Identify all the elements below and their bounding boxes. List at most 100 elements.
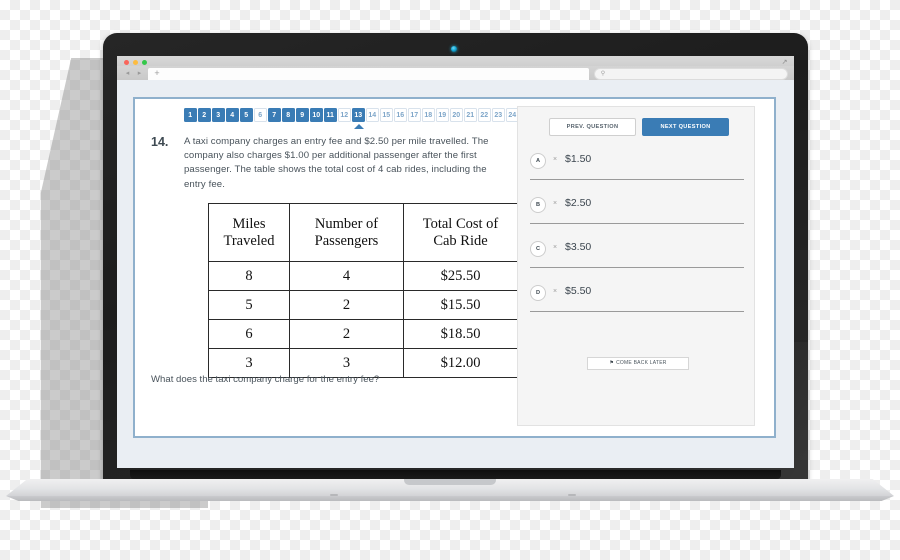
answer-panel: PREV. QUESTION NEXT QUESTION A × $1.50 B × $2… bbox=[517, 106, 755, 426]
pagination-item-10[interactable]: 10 bbox=[310, 108, 323, 122]
question-prompt: What does the taxi company charge for th… bbox=[151, 374, 380, 385]
pagination-item-15[interactable]: 15 bbox=[380, 108, 393, 122]
option-letter-badge[interactable]: D bbox=[530, 285, 546, 301]
pagination-item-11[interactable]: 11 bbox=[324, 108, 337, 122]
question-block: 14. A taxi company charges an entry fee … bbox=[151, 135, 491, 192]
eliminate-option-icon[interactable]: × bbox=[550, 153, 560, 167]
pagination-item-7[interactable]: 7 bbox=[268, 108, 281, 122]
pagination-item-6[interactable]: 6 bbox=[254, 108, 267, 122]
table-header-passengers: Number of Passengers bbox=[289, 203, 404, 262]
option-letter-badge[interactable]: A bbox=[530, 153, 546, 169]
pagination-item-19[interactable]: 19 bbox=[436, 108, 449, 122]
pagination-item-1[interactable]: 1 bbox=[184, 108, 197, 122]
search-input[interactable]: ⚲ bbox=[594, 68, 788, 80]
expand-icon[interactable]: ↗ bbox=[781, 59, 788, 66]
pagination-item-5[interactable]: 5 bbox=[240, 108, 253, 122]
table-cell: 2 bbox=[289, 290, 404, 320]
pagination-item-18[interactable]: 18 bbox=[422, 108, 435, 122]
pagination-item-23[interactable]: 23 bbox=[492, 108, 505, 122]
come-back-later-button[interactable]: ⚑ COME BACK LATER bbox=[587, 357, 689, 370]
search-icon: ⚲ bbox=[600, 71, 606, 77]
pagination-item-9[interactable]: 9 bbox=[296, 108, 309, 122]
pagination-item-14[interactable]: 14 bbox=[366, 108, 379, 122]
new-tab-icon[interactable]: + bbox=[152, 68, 162, 78]
current-question-pointer bbox=[353, 124, 364, 129]
option-value: $2.50 bbox=[565, 197, 592, 209]
eliminate-option-icon[interactable]: × bbox=[550, 197, 560, 211]
pagination-item-8[interactable]: 8 bbox=[282, 108, 295, 122]
pagination-item-4[interactable]: 4 bbox=[226, 108, 239, 122]
pagination-item-3[interactable]: 3 bbox=[212, 108, 225, 122]
header-line-1: Miles bbox=[232, 215, 266, 232]
eliminate-option-icon[interactable]: × bbox=[550, 241, 560, 255]
browser-titlebar: ↗ bbox=[117, 56, 794, 66]
header-line-1: Total Cost of bbox=[422, 215, 499, 232]
option-letter-badge[interactable]: C bbox=[530, 241, 546, 257]
pagination-item-2[interactable]: 2 bbox=[198, 108, 211, 122]
answer-option-d[interactable]: D × $5.50 bbox=[530, 277, 744, 321]
close-window-button[interactable] bbox=[124, 59, 129, 65]
laptop-mockup: ↗ ◂ ▸ + ⚲ 1 2 3 4 5 6 7 8 9 10 11 12 13 14 15 16 17 18 19 2… bbox=[0, 0, 900, 560]
table-body: 8 4 $25.50 5 2 $15.50 6 2 $18.50 3 3 $12.00 bbox=[208, 261, 518, 378]
flag-icon: ⚑ bbox=[609, 360, 615, 366]
table-cell: 6 bbox=[208, 319, 290, 349]
pagination-item-22[interactable]: 22 bbox=[478, 108, 491, 122]
browser-tab[interactable] bbox=[148, 67, 589, 80]
option-divider bbox=[530, 267, 744, 268]
table-cell: 2 bbox=[289, 319, 404, 349]
quiz-panel: 1234567891011121314151617181920212223242… bbox=[133, 97, 776, 438]
pagination-item-20[interactable]: 20 bbox=[450, 108, 463, 122]
option-value: $3.50 bbox=[565, 241, 592, 253]
back-arrow-icon[interactable]: ◂ bbox=[123, 69, 132, 78]
option-letter-badge[interactable]: B bbox=[530, 197, 546, 213]
answer-option-c[interactable]: C × $3.50 bbox=[530, 233, 744, 277]
question-text: A taxi company charges an entry fee and … bbox=[184, 136, 489, 190]
next-question-button[interactable]: NEXT QUESTION bbox=[642, 118, 729, 136]
table-cell: 8 bbox=[208, 261, 290, 291]
maximize-window-button[interactable] bbox=[142, 59, 147, 65]
base-foot bbox=[568, 494, 576, 496]
table-header-total-cost: Total Cost of Cab Ride bbox=[403, 203, 518, 262]
table-row: 8 4 $25.50 bbox=[208, 261, 518, 291]
prev-question-button[interactable]: PREV. QUESTION bbox=[549, 118, 636, 136]
base-foot bbox=[330, 494, 338, 496]
table-cell: 4 bbox=[289, 261, 404, 291]
answer-option-b[interactable]: B × $2.50 bbox=[530, 189, 744, 233]
laptop-screen: ↗ ◂ ▸ + ⚲ 1 2 3 4 5 6 7 8 9 10 11 12 13 14 15 16 17 18 19 2… bbox=[117, 56, 794, 468]
answer-option-a[interactable]: A × $1.50 bbox=[530, 145, 744, 189]
browser-page: 1234567891011121314151617181920212223242… bbox=[117, 80, 794, 468]
option-value: $5.50 bbox=[565, 285, 592, 297]
header-line-2: Passengers bbox=[314, 232, 379, 249]
pagination-item-16[interactable]: 16 bbox=[394, 108, 407, 122]
pagination-item-17[interactable]: 17 bbox=[408, 108, 421, 122]
option-divider bbox=[530, 179, 744, 180]
pagination-item-21[interactable]: 21 bbox=[464, 108, 477, 122]
forward-arrow-icon[interactable]: ▸ bbox=[135, 69, 144, 78]
header-line-2: Traveled bbox=[223, 232, 275, 249]
pagination-item-12[interactable]: 12 bbox=[338, 108, 351, 122]
table-cell: 5 bbox=[208, 290, 290, 320]
table-cell: $15.50 bbox=[403, 290, 518, 320]
pagination-item-13[interactable]: 13 bbox=[352, 108, 365, 122]
minimize-window-button[interactable] bbox=[133, 59, 138, 65]
table-header-row: Miles Traveled Number of Passengers Tota… bbox=[208, 203, 518, 262]
table-cell: $18.50 bbox=[403, 319, 518, 349]
table-cell: $25.50 bbox=[403, 261, 518, 291]
table-row: 6 2 $18.50 bbox=[208, 319, 518, 349]
eliminate-option-icon[interactable]: × bbox=[550, 285, 560, 299]
question-nav-buttons: PREV. QUESTION NEXT QUESTION bbox=[518, 118, 756, 136]
table-header-miles: Miles Traveled bbox=[208, 203, 290, 262]
option-divider bbox=[530, 311, 744, 312]
header-line-2: Cab Ride bbox=[433, 232, 488, 249]
browser-toolbar: ◂ ▸ + ⚲ bbox=[117, 66, 794, 80]
header-line-1: Number of bbox=[314, 215, 379, 232]
table-row: 5 2 $15.50 bbox=[208, 290, 518, 320]
webcam-icon bbox=[451, 46, 457, 52]
laptop-hinge bbox=[130, 470, 781, 479]
laptop-base-edge bbox=[6, 496, 894, 501]
question-number: 14. bbox=[151, 135, 169, 149]
option-divider bbox=[530, 223, 744, 224]
option-value: $1.50 bbox=[565, 153, 592, 165]
come-back-later-label: COME BACK LATER bbox=[616, 360, 667, 366]
laptop-base-notch bbox=[404, 479, 496, 485]
